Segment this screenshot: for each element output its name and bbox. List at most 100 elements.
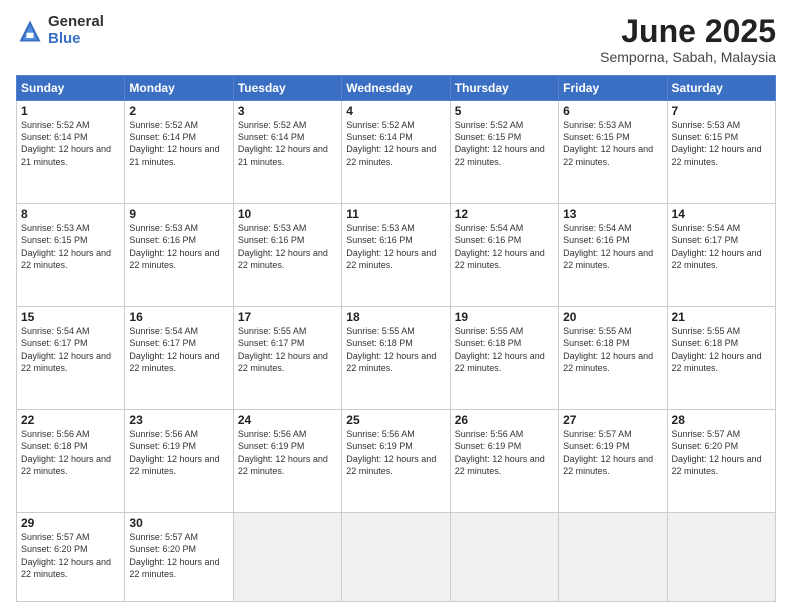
table-row: 2 Sunrise: 5:52 AM Sunset: 6:14 PM Dayli…: [125, 101, 233, 204]
table-row: 23 Sunrise: 5:56 AM Sunset: 6:19 PM Dayl…: [125, 410, 233, 513]
logo-icon: [16, 17, 44, 45]
table-row: 15 Sunrise: 5:54 AM Sunset: 6:17 PM Dayl…: [17, 307, 125, 410]
day-info: Sunrise: 5:53 AM Sunset: 6:15 PM Dayligh…: [21, 222, 120, 271]
day-info: Sunrise: 5:53 AM Sunset: 6:15 PM Dayligh…: [563, 119, 662, 168]
day-info: Sunrise: 5:54 AM Sunset: 6:17 PM Dayligh…: [672, 222, 771, 271]
table-row: 29 Sunrise: 5:57 AM Sunset: 6:20 PM Dayl…: [17, 513, 125, 602]
table-row: [233, 513, 341, 602]
day-info: Sunrise: 5:53 AM Sunset: 6:16 PM Dayligh…: [129, 222, 228, 271]
day-number: 14: [672, 207, 771, 221]
day-info: Sunrise: 5:54 AM Sunset: 6:17 PM Dayligh…: [129, 325, 228, 374]
day-number: 17: [238, 310, 337, 324]
header-wednesday: Wednesday: [342, 76, 450, 101]
table-row: 27 Sunrise: 5:57 AM Sunset: 6:19 PM Dayl…: [559, 410, 667, 513]
day-info: Sunrise: 5:56 AM Sunset: 6:18 PM Dayligh…: [21, 428, 120, 477]
day-number: 13: [563, 207, 662, 221]
logo-blue-text: Blue: [48, 31, 104, 48]
day-number: 29: [21, 516, 120, 530]
day-info: Sunrise: 5:54 AM Sunset: 6:16 PM Dayligh…: [455, 222, 554, 271]
page: General Blue June 2025 Semporna, Sabah, …: [0, 0, 792, 612]
day-info: Sunrise: 5:53 AM Sunset: 6:16 PM Dayligh…: [238, 222, 337, 271]
day-info: Sunrise: 5:52 AM Sunset: 6:14 PM Dayligh…: [238, 119, 337, 168]
table-row: 8 Sunrise: 5:53 AM Sunset: 6:15 PM Dayli…: [17, 204, 125, 307]
day-number: 20: [563, 310, 662, 324]
table-row: 4 Sunrise: 5:52 AM Sunset: 6:14 PM Dayli…: [342, 101, 450, 204]
day-info: Sunrise: 5:55 AM Sunset: 6:18 PM Dayligh…: [346, 325, 445, 374]
title-location: Semporna, Sabah, Malaysia: [600, 49, 776, 65]
table-row: 1 Sunrise: 5:52 AM Sunset: 6:14 PM Dayli…: [17, 101, 125, 204]
day-info: Sunrise: 5:53 AM Sunset: 6:15 PM Dayligh…: [672, 119, 771, 168]
day-number: 22: [21, 413, 120, 427]
day-number: 19: [455, 310, 554, 324]
day-info: Sunrise: 5:52 AM Sunset: 6:14 PM Dayligh…: [129, 119, 228, 168]
day-number: 15: [21, 310, 120, 324]
day-number: 2: [129, 104, 228, 118]
logo-general-text: General: [48, 14, 104, 31]
day-info: Sunrise: 5:56 AM Sunset: 6:19 PM Dayligh…: [238, 428, 337, 477]
table-row: [450, 513, 558, 602]
day-info: Sunrise: 5:57 AM Sunset: 6:20 PM Dayligh…: [672, 428, 771, 477]
day-info: Sunrise: 5:55 AM Sunset: 6:18 PM Dayligh…: [455, 325, 554, 374]
table-row: 26 Sunrise: 5:56 AM Sunset: 6:19 PM Dayl…: [450, 410, 558, 513]
header-friday: Friday: [559, 76, 667, 101]
header-monday: Monday: [125, 76, 233, 101]
day-number: 8: [21, 207, 120, 221]
day-number: 30: [129, 516, 228, 530]
table-row: 20 Sunrise: 5:55 AM Sunset: 6:18 PM Dayl…: [559, 307, 667, 410]
title-block: June 2025 Semporna, Sabah, Malaysia: [600, 14, 776, 65]
table-row: 11 Sunrise: 5:53 AM Sunset: 6:16 PM Dayl…: [342, 204, 450, 307]
table-row: 16 Sunrise: 5:54 AM Sunset: 6:17 PM Dayl…: [125, 307, 233, 410]
day-number: 9: [129, 207, 228, 221]
day-info: Sunrise: 5:55 AM Sunset: 6:18 PM Dayligh…: [672, 325, 771, 374]
day-number: 21: [672, 310, 771, 324]
title-month: June 2025: [600, 14, 776, 49]
day-info: Sunrise: 5:54 AM Sunset: 6:17 PM Dayligh…: [21, 325, 120, 374]
day-info: Sunrise: 5:52 AM Sunset: 6:15 PM Dayligh…: [455, 119, 554, 168]
day-number: 6: [563, 104, 662, 118]
day-info: Sunrise: 5:57 AM Sunset: 6:20 PM Dayligh…: [129, 531, 228, 580]
table-row: 3 Sunrise: 5:52 AM Sunset: 6:14 PM Dayli…: [233, 101, 341, 204]
table-row: 25 Sunrise: 5:56 AM Sunset: 6:19 PM Dayl…: [342, 410, 450, 513]
day-number: 5: [455, 104, 554, 118]
logo: General Blue: [16, 14, 104, 47]
day-number: 4: [346, 104, 445, 118]
day-info: Sunrise: 5:54 AM Sunset: 6:16 PM Dayligh…: [563, 222, 662, 271]
table-row: 17 Sunrise: 5:55 AM Sunset: 6:17 PM Dayl…: [233, 307, 341, 410]
table-row: 24 Sunrise: 5:56 AM Sunset: 6:19 PM Dayl…: [233, 410, 341, 513]
day-info: Sunrise: 5:52 AM Sunset: 6:14 PM Dayligh…: [346, 119, 445, 168]
day-number: 28: [672, 413, 771, 427]
calendar-table: Sunday Monday Tuesday Wednesday Thursday…: [16, 75, 776, 602]
day-number: 3: [238, 104, 337, 118]
day-number: 24: [238, 413, 337, 427]
table-row: [342, 513, 450, 602]
day-number: 10: [238, 207, 337, 221]
table-row: 5 Sunrise: 5:52 AM Sunset: 6:15 PM Dayli…: [450, 101, 558, 204]
table-row: 7 Sunrise: 5:53 AM Sunset: 6:15 PM Dayli…: [667, 101, 775, 204]
table-row: 19 Sunrise: 5:55 AM Sunset: 6:18 PM Dayl…: [450, 307, 558, 410]
day-info: Sunrise: 5:52 AM Sunset: 6:14 PM Dayligh…: [21, 119, 120, 168]
day-info: Sunrise: 5:56 AM Sunset: 6:19 PM Dayligh…: [129, 428, 228, 477]
day-number: 12: [455, 207, 554, 221]
day-number: 16: [129, 310, 228, 324]
table-row: 30 Sunrise: 5:57 AM Sunset: 6:20 PM Dayl…: [125, 513, 233, 602]
day-number: 26: [455, 413, 554, 427]
day-info: Sunrise: 5:57 AM Sunset: 6:19 PM Dayligh…: [563, 428, 662, 477]
day-info: Sunrise: 5:56 AM Sunset: 6:19 PM Dayligh…: [455, 428, 554, 477]
day-number: 7: [672, 104, 771, 118]
day-number: 18: [346, 310, 445, 324]
table-row: 14 Sunrise: 5:54 AM Sunset: 6:17 PM Dayl…: [667, 204, 775, 307]
header-thursday: Thursday: [450, 76, 558, 101]
table-row: 6 Sunrise: 5:53 AM Sunset: 6:15 PM Dayli…: [559, 101, 667, 204]
table-row: 21 Sunrise: 5:55 AM Sunset: 6:18 PM Dayl…: [667, 307, 775, 410]
table-row: 12 Sunrise: 5:54 AM Sunset: 6:16 PM Dayl…: [450, 204, 558, 307]
day-number: 23: [129, 413, 228, 427]
day-info: Sunrise: 5:57 AM Sunset: 6:20 PM Dayligh…: [21, 531, 120, 580]
day-number: 27: [563, 413, 662, 427]
table-row: 13 Sunrise: 5:54 AM Sunset: 6:16 PM Dayl…: [559, 204, 667, 307]
table-row: [667, 513, 775, 602]
header: General Blue June 2025 Semporna, Sabah, …: [16, 14, 776, 65]
header-saturday: Saturday: [667, 76, 775, 101]
day-number: 11: [346, 207, 445, 221]
table-row: 28 Sunrise: 5:57 AM Sunset: 6:20 PM Dayl…: [667, 410, 775, 513]
calendar-header-row: Sunday Monday Tuesday Wednesday Thursday…: [17, 76, 776, 101]
